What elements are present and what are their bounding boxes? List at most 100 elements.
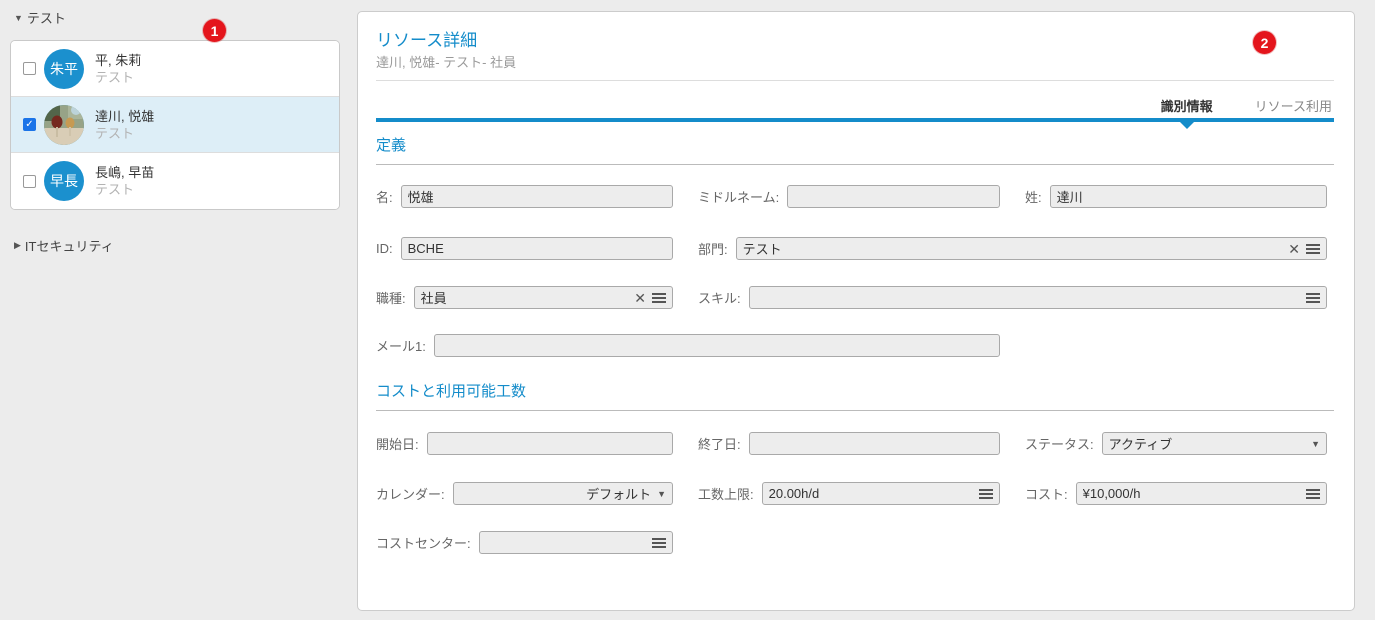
clear-icon[interactable]: ✕ [634,291,646,305]
person-name: 達川, 悦雄 [95,108,154,125]
field-status: ステータス: アクティブ ▼ [1025,432,1327,455]
field-cost: コスト: [1025,482,1327,505]
form-row: 職種: ✕ スキル: [376,286,1334,309]
list-item[interactable]: 早長 長嶋, 早苗 テスト [11,153,339,209]
group-it-security[interactable]: ▶ ITセキュリティ [14,236,114,255]
field-middle-name: ミドルネーム: [698,185,1000,208]
field-end-date: 終了日: [698,432,1000,455]
field-cost-center: コストセンター: [376,531,673,554]
resource-detail-panel: リソース詳細 達川, 悦雄- テスト- 社員 識別情報 リソース利用 定義 名:… [357,11,1355,611]
field-id: ID: [376,237,673,260]
max-effort-input[interactable] [769,483,973,504]
email1-input[interactable] [441,335,993,356]
form-row: ID: 部門: ✕ [376,237,1334,260]
resource-sidebar: ▼ テスト 朱平 平, 朱莉 テスト ✓ [0,0,357,620]
picker-list-icon[interactable] [652,293,666,303]
cost-input[interactable] [1083,483,1300,504]
id-label: ID: [376,241,393,256]
middle-name-input[interactable] [794,186,993,207]
picker-list-icon[interactable] [979,489,993,499]
dropdown-arrow-icon: ▼ [1311,439,1320,449]
picker-list-icon[interactable] [1306,244,1320,254]
section-cost-heading: コストと利用可能工数 [376,380,1334,411]
person-name: 平, 朱莉 [95,52,141,69]
id-input[interactable] [408,238,666,259]
end-date-label: 終了日: [698,434,741,453]
cost-center-input[interactable] [486,532,646,553]
job-title-label: 職種: [376,288,406,307]
field-max-effort: 工数上限: [698,482,1000,505]
picker-list-icon[interactable] [652,538,666,548]
field-email1: メール1: [376,334,1000,357]
status-dropdown[interactable]: アクティブ ▼ [1102,432,1327,455]
list-item[interactable]: 朱平 平, 朱莉 テスト [11,41,339,97]
people-list: 朱平 平, 朱莉 テスト ✓ [10,40,340,210]
form-row: カレンダー: デフォルト ▼ 工数上限: コスト: [376,482,1334,505]
form-row: メール1: [376,334,1334,357]
person-group: テスト [95,181,154,198]
clear-icon[interactable]: ✕ [1288,242,1300,256]
person-group: テスト [95,125,154,142]
tab-identity[interactable]: 識別情報 [1161,96,1213,115]
picker-list-icon[interactable] [1306,489,1320,499]
status-label: ステータス: [1025,434,1094,453]
form-row: 名: ミドルネーム: 姓: [376,185,1334,208]
group-it-security-label: ITセキュリティ [25,236,114,255]
annotation-badge-2: 2 [1253,31,1276,54]
last-name-input[interactable] [1057,186,1320,207]
calendar-dropdown[interactable]: デフォルト ▼ [453,482,673,505]
field-last-name: 姓: [1025,185,1327,208]
list-item-selected[interactable]: ✓ 達川, 悦雄 テスト [11,97,339,153]
status-value: アクティブ [1109,434,1305,453]
department-input[interactable] [743,238,1284,259]
dropdown-arrow-icon: ▼ [657,489,666,499]
last-name-label: 姓: [1025,187,1042,206]
group-test[interactable]: ▼ テスト [14,8,66,27]
first-name-input[interactable] [408,186,666,207]
field-job-title: 職種: ✕ [376,286,673,309]
triangle-down-icon: ▼ [14,13,23,23]
picker-list-icon[interactable] [1306,293,1320,303]
avatar-photo [44,105,84,145]
field-start-date: 開始日: [376,432,673,455]
skill-input[interactable] [756,287,1300,308]
job-title-input[interactable] [421,287,630,308]
photo-wine-glasses [44,105,84,145]
field-first-name: 名: [376,185,673,208]
person-name: 長嶋, 早苗 [95,164,154,181]
checkbox-checked[interactable]: ✓ [23,118,36,131]
form-row: 開始日: 終了日: ステータス: アクティブ ▼ [376,432,1334,455]
avatar: 朱平 [44,49,84,89]
checkbox-unchecked[interactable] [23,175,36,188]
first-name-label: 名: [376,187,393,206]
check-icon: ✓ [25,120,33,130]
tab-resource-utilization[interactable]: リソース利用 [1255,96,1332,115]
max-effort-label: 工数上限: [698,484,754,503]
annotation-badge-1: 1 [203,19,226,42]
skill-label: スキル: [698,288,741,307]
section-definition-heading: 定義 [376,134,1334,165]
calendar-value: デフォルト [586,484,651,503]
email1-label: メール1: [376,336,426,355]
header-divider [376,80,1334,81]
cost-center-label: コストセンター: [376,533,471,552]
start-date-input[interactable] [434,433,666,454]
department-label: 部門: [698,239,728,258]
group-test-label: テスト [27,8,66,27]
field-calendar: カレンダー: デフォルト ▼ [376,482,673,505]
checkbox-unchecked[interactable] [23,62,36,75]
person-group: テスト [95,69,141,86]
end-date-input[interactable] [756,433,993,454]
field-skill: スキル: [698,286,1327,309]
field-department: 部門: ✕ [698,237,1327,260]
cost-label: コスト: [1025,484,1068,503]
page-subtitle: 達川, 悦雄- テスト- 社員 [376,52,516,71]
start-date-label: 開始日: [376,434,419,453]
active-tab-caret-icon [1180,122,1194,129]
calendar-label: カレンダー: [376,484,445,503]
tab-bar: 識別情報 リソース利用 [1161,96,1332,115]
page-title: リソース詳細 [376,26,477,51]
form-row: コストセンター: [376,531,1334,554]
triangle-right-icon: ▶ [14,240,21,251]
avatar: 早長 [44,161,84,201]
